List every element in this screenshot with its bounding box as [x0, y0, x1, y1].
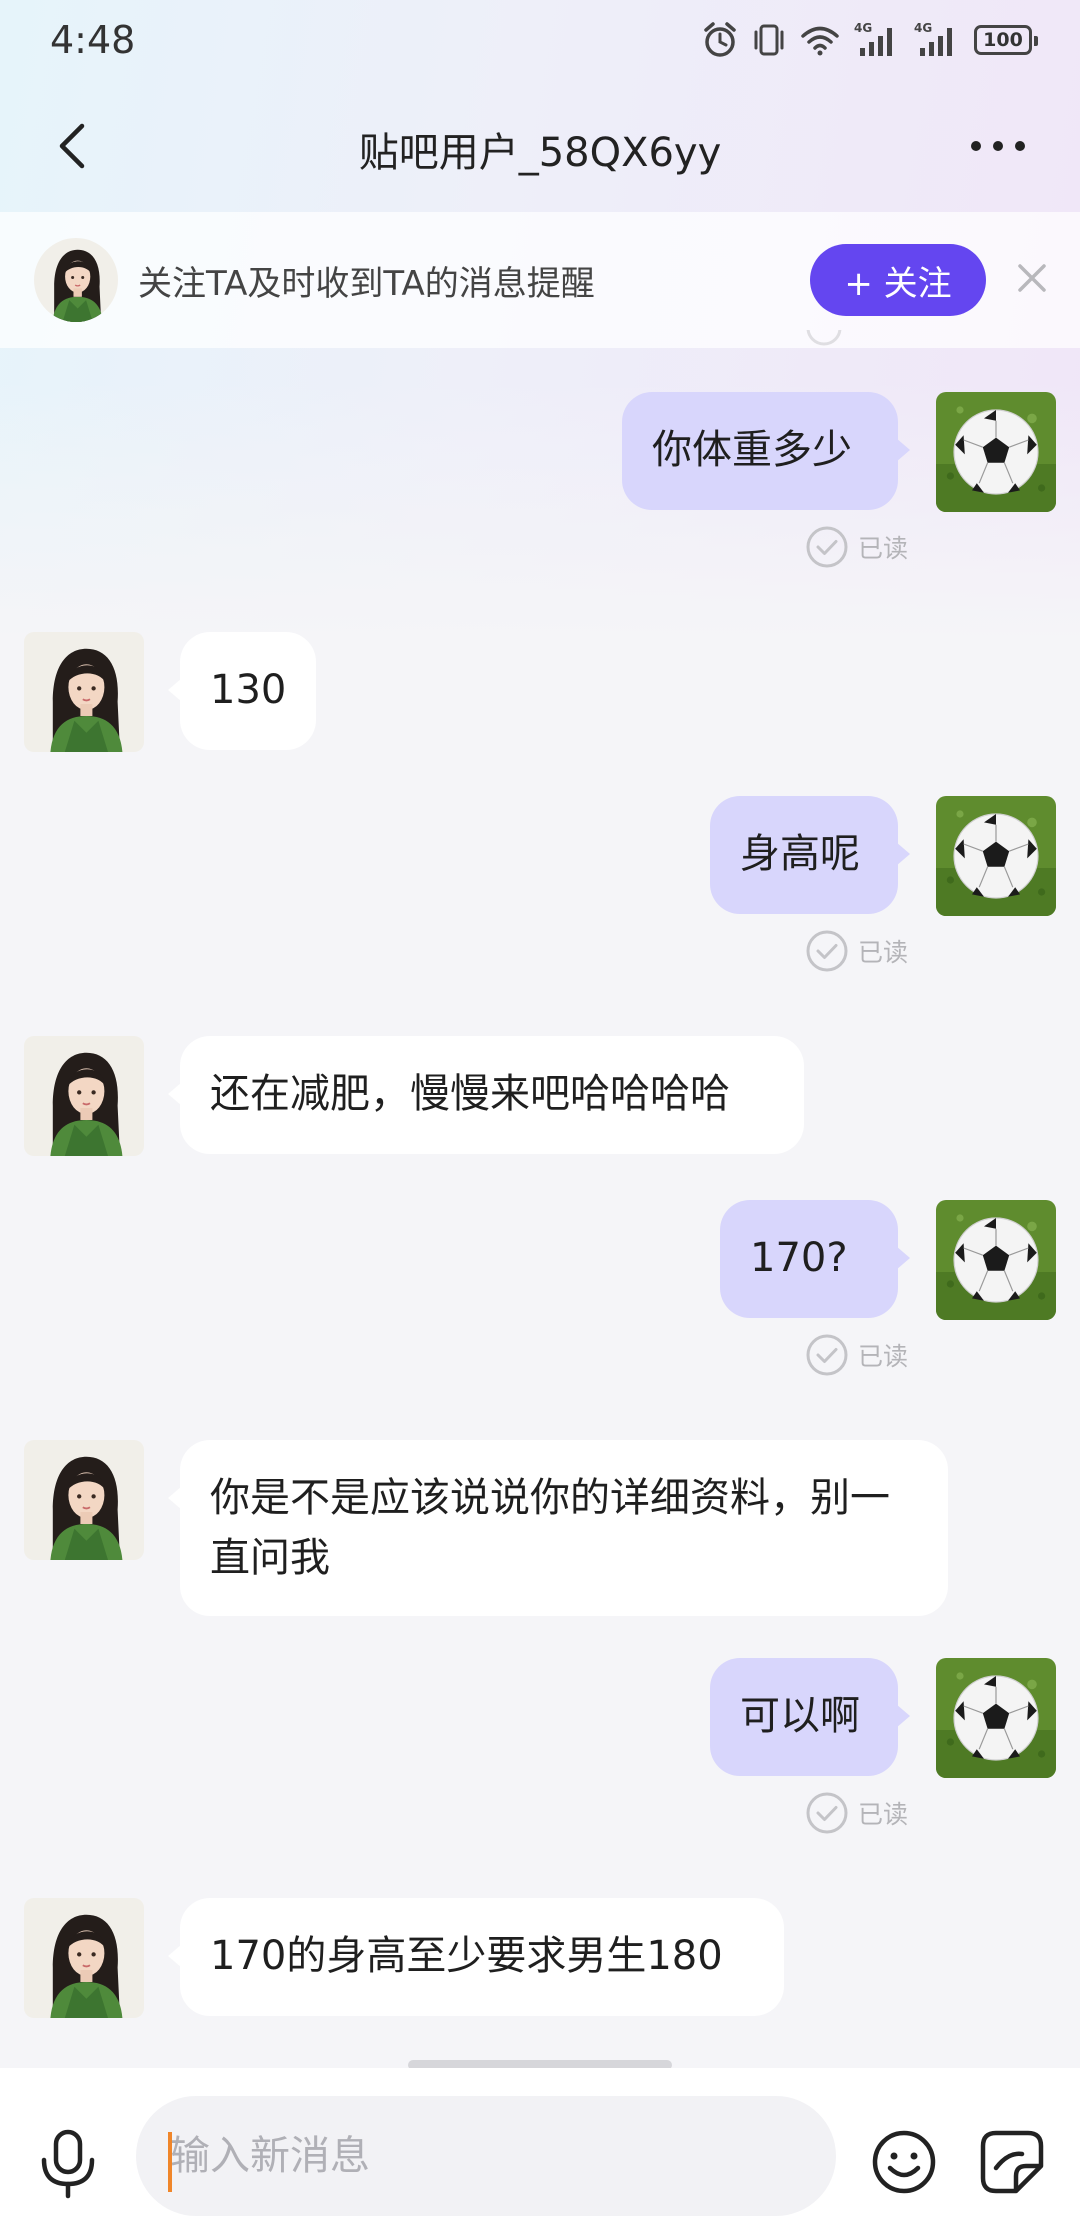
message-bubble[interactable]: 你是不是应该说说你的详细资料，别一直问我 — [168, 1440, 948, 1616]
status-time: 4:48 — [50, 18, 136, 62]
avatar[interactable] — [24, 1036, 144, 1156]
microphone-icon[interactable] — [36, 2128, 100, 2200]
signal-icon: 4G — [854, 21, 892, 56]
read-status-label: 已读 — [858, 1342, 909, 1371]
message-bubble[interactable]: 170? — [720, 1200, 910, 1318]
status-bar: 4:48 4G 4G 100 — [0, 0, 1080, 86]
read-status: 已读 — [806, 526, 908, 568]
avatar[interactable] — [936, 1658, 1056, 1778]
message-input[interactable] — [136, 2096, 836, 2216]
svg-text:4G: 4G — [854, 21, 872, 35]
read-status-label: 已读 — [858, 1800, 909, 1829]
check-circle-icon — [806, 1792, 848, 1834]
read-status: 已读 — [806, 1792, 908, 1834]
vibrate-icon — [754, 24, 784, 56]
message-bubble[interactable]: 你体重多少 — [622, 392, 910, 510]
read-status: 已读 — [806, 930, 908, 972]
battery-icon: 100 — [974, 25, 1038, 55]
avatar[interactable] — [24, 632, 144, 752]
sticker-icon[interactable] — [978, 2128, 1046, 2196]
svg-text:4G: 4G — [914, 21, 932, 35]
check-circle-icon — [806, 1334, 848, 1376]
message-bubble[interactable]: 身高呢 — [710, 796, 910, 914]
message-bubble[interactable]: 还在减肥，慢慢来吧哈哈哈哈 — [168, 1036, 804, 1154]
alarm-icon — [704, 22, 736, 57]
page-title: 贴吧用户_58QX6yy — [358, 130, 722, 176]
input-bar — [0, 2068, 1080, 2240]
smiley-icon[interactable] — [870, 2128, 938, 2196]
avatar[interactable] — [936, 796, 1056, 916]
avatar[interactable] — [34, 238, 118, 322]
follow-banner: 关注TA及时收到TA的消息提醒 + 关注 — [0, 212, 1080, 348]
read-status: 已读 — [806, 1334, 908, 1376]
follow-button[interactable]: + 关注 — [810, 244, 986, 316]
avatar[interactable] — [936, 392, 1056, 512]
read-status-label: 已读 — [858, 534, 909, 563]
chat-header: 贴吧用户_58QX6yy — [0, 96, 1080, 196]
read-status-label: 已读 — [858, 938, 909, 967]
close-icon[interactable] — [1012, 258, 1052, 298]
check-circle-icon — [806, 930, 848, 972]
more-dots-icon[interactable] — [966, 126, 1030, 166]
avatar[interactable] — [24, 1440, 144, 1560]
message-bubble[interactable]: 130 — [168, 632, 316, 750]
message-bubble[interactable]: 170的身高至少要求男生180 — [168, 1898, 784, 2016]
avatar[interactable] — [24, 1898, 144, 2018]
battery-level: 100 — [983, 29, 1023, 51]
follow-prompt: 关注TA及时收到TA的消息提醒 — [138, 264, 595, 304]
message-bubble[interactable]: 可以啊 — [710, 1658, 910, 1776]
avatar[interactable] — [936, 1200, 1056, 1320]
status-icons: 4G 4G 100 — [702, 20, 1038, 60]
read-status-icon — [806, 330, 842, 346]
text-caret — [168, 2132, 172, 2192]
wifi-icon — [801, 26, 839, 56]
signal-icon: 4G — [914, 21, 952, 56]
check-circle-icon — [806, 526, 848, 568]
